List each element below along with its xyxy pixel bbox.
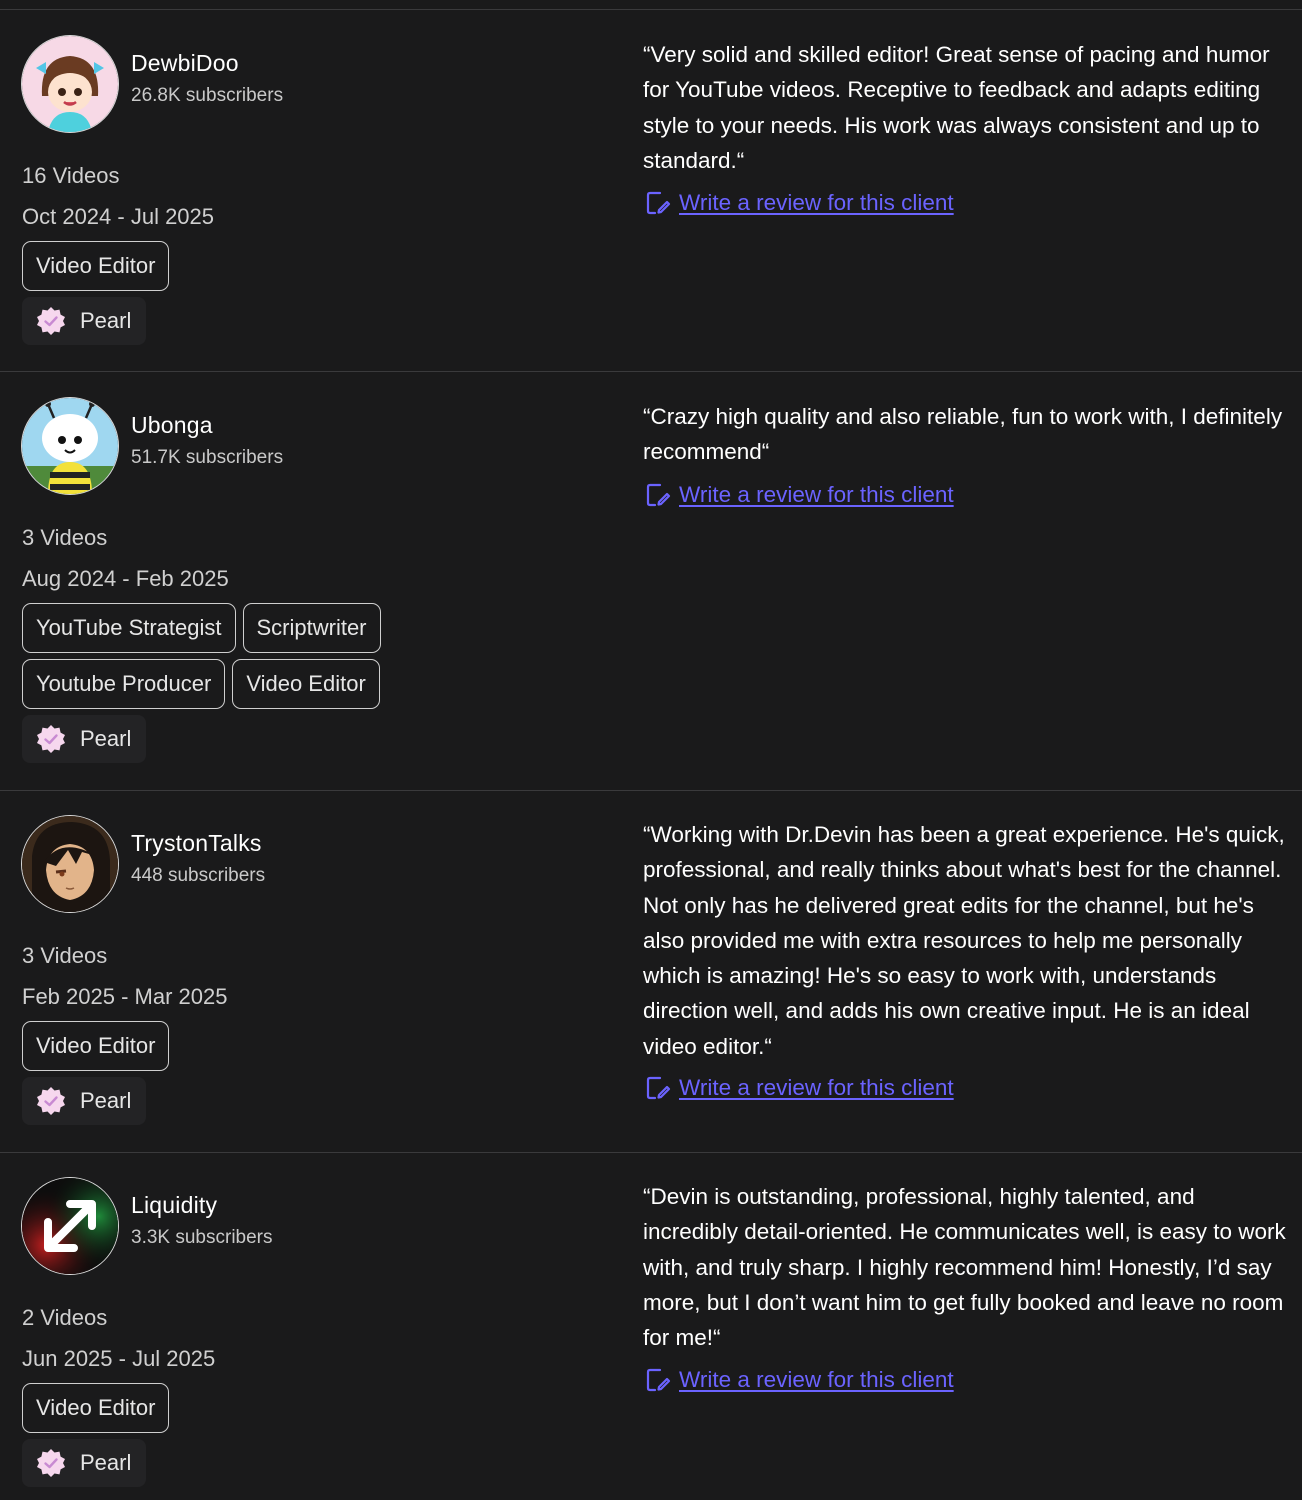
role-tag: Video Editor	[22, 1383, 170, 1433]
anime-character-avatar[interactable]	[22, 816, 118, 912]
tier-badge: Pearl	[22, 1439, 146, 1487]
edit-icon	[646, 1076, 671, 1100]
write-review-label[interactable]: Write a review for this client	[679, 190, 954, 216]
client-card-dewbidoo: DewbiDoo 26.8K subscribers 16 Videos Oct…	[0, 10, 1302, 372]
badge-label: Pearl	[80, 726, 132, 751]
pearl-badge-icon	[37, 725, 65, 753]
edit-icon	[646, 191, 671, 215]
client-name[interactable]: Ubonga	[131, 412, 213, 439]
role-tag: Video Editor	[22, 241, 170, 291]
subscriber-count: 51.7K subscribers	[131, 447, 284, 468]
subscriber-count: 3.3K subscribers	[131, 1227, 273, 1248]
video-count: 3 Videos	[22, 525, 108, 550]
role-tags: YouTube Strategist Scriptwriter Youtube …	[22, 603, 422, 709]
role-tag: Video Editor	[22, 1021, 170, 1071]
client-testimonial: “Devin is outstanding, professional, hig…	[643, 1184, 1286, 1351]
role-tag: Video Editor	[232, 659, 380, 709]
video-count: 2 Videos	[22, 1305, 108, 1330]
bee-mascot-avatar[interactable]	[22, 398, 118, 494]
tier-badge: Pearl	[22, 715, 146, 763]
tier-badge: Pearl	[22, 297, 146, 345]
client-name[interactable]: TrystonTalks	[131, 830, 262, 857]
role-tag: Scriptwriter	[242, 603, 381, 653]
subscriber-count: 448 subscribers	[131, 865, 266, 886]
video-count: 3 Videos	[22, 943, 108, 968]
role-tag: Youtube Producer	[22, 659, 226, 709]
client-testimonial: “Crazy high quality and also reliable, f…	[643, 404, 1283, 465]
edit-icon	[646, 483, 671, 507]
video-count: 16 Videos	[22, 163, 120, 188]
date-range: Feb 2025 - Mar 2025	[22, 984, 228, 1009]
tier-badge: Pearl	[22, 1077, 146, 1125]
edit-icon	[646, 1368, 671, 1392]
role-tags: Video Editor	[22, 1021, 422, 1071]
write-review-label[interactable]: Write a review for this client	[679, 482, 954, 508]
arrow-logo-avatar[interactable]	[22, 1178, 118, 1274]
write-review-link[interactable]: Write a review for this client	[645, 482, 954, 508]
write-review-link[interactable]: Write a review for this client	[645, 190, 954, 216]
pearl-badge-icon	[37, 1449, 65, 1477]
role-tag: YouTube Strategist	[22, 603, 236, 653]
write-review-link[interactable]: Write a review for this client	[645, 1075, 954, 1101]
write-review-label[interactable]: Write a review for this client	[679, 1075, 954, 1101]
date-range: Jun 2025 - Jul 2025	[22, 1346, 216, 1371]
client-testimonial: “Working with Dr.Devin has been a great …	[643, 822, 1285, 1059]
pearl-badge-icon	[37, 1087, 65, 1115]
client-history-list: DewbiDoo 26.8K subscribers 16 Videos Oct…	[0, 0, 1302, 1500]
role-tags: Video Editor	[22, 241, 422, 291]
subscriber-count: 26.8K subscribers	[131, 85, 284, 106]
date-range: Oct 2024 - Jul 2025	[22, 204, 215, 229]
role-tags: Video Editor	[22, 1383, 422, 1433]
client-name[interactable]: Liquidity	[131, 1192, 217, 1219]
anime-girl-avatar[interactable]	[22, 36, 118, 132]
client-testimonial: “Very solid and skilled editor! Great se…	[643, 42, 1270, 173]
pearl-badge-icon	[37, 307, 65, 335]
write-review-link[interactable]: Write a review for this client	[645, 1367, 954, 1393]
client-card-liquidity: Liquidity 3.3K subscribers 2 Videos Jun …	[0, 1152, 1302, 1500]
badge-label: Pearl	[80, 308, 132, 333]
write-review-label[interactable]: Write a review for this client	[679, 1367, 954, 1393]
date-range: Aug 2024 - Feb 2025	[22, 566, 229, 591]
client-name[interactable]: DewbiDoo	[131, 50, 239, 77]
badge-label: Pearl	[80, 1450, 132, 1475]
client-card-trystontalks: TrystonTalks 448 subscribers 3 Videos Fe…	[0, 790, 1302, 1153]
client-card-ubonga: Ubonga 51.7K subscribers 3 Videos Aug 20…	[0, 372, 1302, 791]
badge-label: Pearl	[80, 1088, 132, 1113]
